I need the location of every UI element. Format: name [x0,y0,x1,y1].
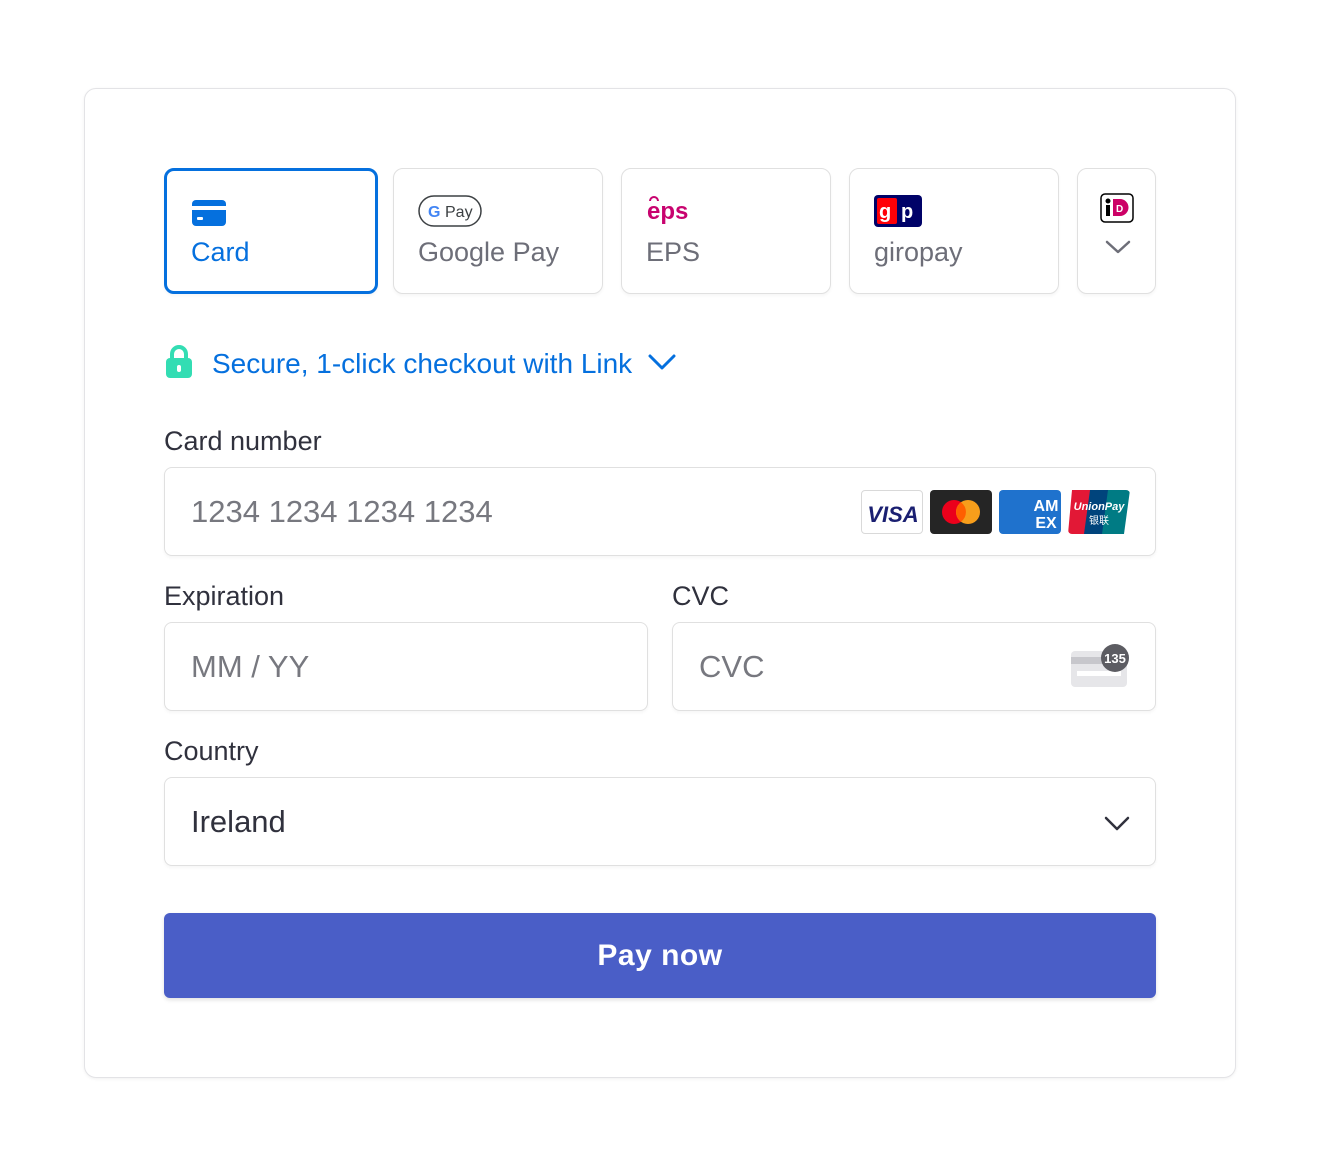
svg-text:Pay: Pay [445,204,473,221]
tab-more-methods[interactable]: D [1077,168,1156,294]
svg-text:VISA: VISA [867,502,918,527]
country-value: Ireland [191,803,286,839]
tab-google-pay-label: Google Pay [418,237,560,267]
chevron-down-icon [648,353,676,376]
expiration-label: Expiration [164,581,285,611]
svg-text:AM: AM [1034,498,1059,515]
svg-text:UnionPay: UnionPay [1074,501,1126,513]
amex-logo: AM EX [999,490,1061,534]
svg-text:G: G [428,204,440,221]
svg-text:135: 135 [1104,651,1126,666]
tab-eps[interactable]: eps EPS [621,168,831,294]
card-number-placeholder: 1234 1234 1234 1234 [191,493,493,529]
pay-now-button[interactable]: Pay now [164,913,1156,998]
country-label: Country [164,736,259,766]
payment-method-tabs: Card G Pay Google Pay eps EPS g p giropa… [164,168,1156,294]
svg-text:g: g [879,201,891,223]
tab-giropay-label: giropay [874,237,963,267]
tab-google-pay[interactable]: G Pay Google Pay [393,168,603,294]
chevron-down-icon [1105,239,1131,260]
svg-text:银联: 银联 [1089,514,1109,527]
expiration-placeholder: MM / YY [191,648,310,684]
chevron-down-icon [1103,815,1131,838]
lock-icon [164,344,194,384]
eps-icon: eps [646,193,694,232]
country-select[interactable]: Ireland [164,777,1156,866]
tab-card[interactable]: Card [164,168,378,294]
tab-card-label: Card [191,237,250,267]
svg-text:eps: eps [647,198,688,225]
svg-text:EX: EX [1035,515,1057,532]
expiration-input[interactable]: MM / YY [164,622,648,711]
tab-giropay[interactable]: g p giropay [849,168,1059,294]
google-pay-icon: G Pay [418,195,482,232]
link-checkout-toggle[interactable]: Secure, 1-click checkout with Link [164,344,676,384]
tab-eps-label: EPS [646,237,701,267]
mastercard-logo [930,490,992,534]
unionpay-logo: UnionPay 银联 [1068,490,1130,534]
cvc-card-icon: 135 [1069,643,1133,696]
giropay-icon: g p [874,195,922,232]
card-number-label: Card number [164,426,322,456]
cvc-placeholder: CVC [699,648,765,684]
link-checkout-text: Secure, 1-click checkout with Link [212,348,633,379]
card-icon [191,199,227,232]
svg-text:p: p [901,201,913,223]
svg-text:D: D [1116,204,1123,215]
ideal-icon: D [1100,193,1134,228]
card-number-input[interactable]: 1234 1234 1234 1234 VISA AM EX UnionPay … [164,467,1156,556]
cvc-label: CVC [672,581,730,611]
cvc-input[interactable]: CVC 135 [672,622,1156,711]
visa-logo: VISA [861,490,923,534]
